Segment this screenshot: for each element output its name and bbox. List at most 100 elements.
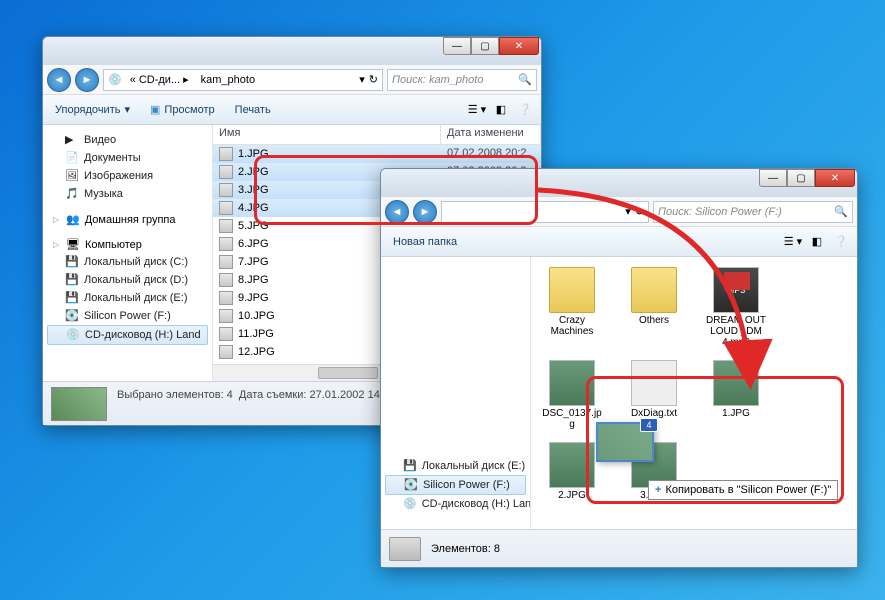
titlebar[interactable]: — ▢ ✕: [43, 37, 541, 65]
file-name: 10.JPG: [238, 310, 275, 322]
image-file-icon: [219, 165, 233, 179]
col-name[interactable]: Имя: [213, 125, 441, 144]
nav-drive-e[interactable]: 💾Локальный диск (E:): [385, 457, 526, 475]
help-button[interactable]: ❔: [515, 100, 535, 120]
nav-bar: ◄ ► ▾ ↻ Поиск: Silicon Power (F:) 🔍: [381, 197, 857, 227]
img-icon: [549, 360, 595, 406]
chevron-down-icon[interactable]: ▾: [359, 73, 365, 86]
forward-button[interactable]: ►: [413, 200, 437, 224]
status-date-label: Дата съемки:: [239, 389, 306, 401]
close-button[interactable]: ✕: [499, 37, 539, 55]
item-label: Crazy Machines: [541, 315, 603, 337]
image-file-icon: [219, 201, 233, 215]
print-button[interactable]: Печать: [229, 101, 277, 119]
search-placeholder: Поиск: kam_photo: [392, 74, 483, 86]
file-name: 9.JPG: [238, 292, 269, 304]
column-headers[interactable]: Имя Дата изменени: [213, 125, 541, 145]
col-date[interactable]: Дата изменени: [441, 125, 541, 144]
forward-button[interactable]: ►: [75, 68, 99, 92]
back-button[interactable]: ◄: [47, 68, 71, 92]
search-icon: 🔍: [518, 73, 532, 86]
new-folder-button[interactable]: Новая папка: [387, 233, 463, 251]
preview-button[interactable]: ▣Просмотр: [144, 100, 221, 119]
breadcrumb-seg[interactable]: «CD-ди...▸: [126, 72, 193, 87]
file-name: 1.JPG: [238, 148, 269, 160]
image-file-icon: [219, 309, 233, 323]
titlebar[interactable]: — ▢ ✕: [381, 169, 857, 197]
status-item-count: Элементов: 8: [431, 543, 500, 555]
nav-video[interactable]: ▶Видео: [47, 131, 208, 149]
file-icon: [631, 360, 677, 406]
file-date: 07.02.2008 20:2: [441, 146, 541, 162]
file-name: 12.JPG: [238, 346, 275, 358]
image-file-icon: [219, 237, 233, 251]
image-file-icon: [219, 183, 233, 197]
file-row[interactable]: 1.JPG 07.02.2008 20:2: [213, 145, 541, 163]
item-label: Others: [639, 315, 669, 326]
file-name: 11.JPG: [238, 328, 274, 340]
grid-item[interactable]: Crazy Machines: [541, 267, 603, 348]
nav-drive-f[interactable]: 💽Silicon Power (F:): [47, 307, 208, 325]
image-file-icon: [219, 255, 233, 269]
address-bar[interactable]: ▾ ↻: [441, 201, 649, 223]
maximize-button[interactable]: ▢: [471, 37, 499, 55]
image-file-icon: [219, 273, 233, 287]
back-button[interactable]: ◄: [385, 200, 409, 224]
item-label: 1.JPG: [722, 408, 750, 419]
chevron-down-icon[interactable]: ▾: [625, 205, 631, 218]
preview-pane-button[interactable]: ◧: [491, 100, 511, 120]
view-button[interactable]: ☰ ▾: [467, 100, 487, 120]
toolbar: Новая папка ☰ ▾ ◧ ❔: [381, 227, 857, 257]
nav-homegroup[interactable]: 👥Домашняя группа: [47, 211, 208, 228]
nav-bar: ◄ ► 💿 «CD-ди...▸ kam_photo ▾ ↻ Поиск: ka…: [43, 65, 541, 95]
address-bar[interactable]: 💿 «CD-ди...▸ kam_photo ▾ ↻: [103, 69, 383, 91]
organize-button[interactable]: Упорядочить ▾: [49, 100, 136, 119]
image-file-icon: [219, 345, 233, 359]
view-button[interactable]: ☰ ▾: [783, 232, 803, 252]
refresh-icon[interactable]: ↻: [635, 205, 644, 218]
file-name: 7.JPG: [238, 256, 269, 268]
grid-item[interactable]: 1.JPG: [705, 360, 767, 430]
nav-drive-h[interactable]: 💿CD-дисковод (H:) Land: [385, 495, 526, 513]
minimize-button[interactable]: —: [759, 169, 787, 187]
nav-drive-h[interactable]: 💿CD-дисковод (H:) Land: [47, 325, 208, 345]
folder-icon: [549, 267, 595, 313]
refresh-icon[interactable]: ↻: [369, 73, 378, 86]
preview-thumbnail: [51, 387, 107, 421]
img-icon: [713, 360, 759, 406]
file-name: 6.JPG: [238, 238, 269, 250]
image-file-icon: [219, 147, 233, 161]
file-name: 3.JPG: [238, 184, 269, 196]
search-input[interactable]: Поиск: kam_photo 🔍: [387, 69, 537, 91]
nav-images[interactable]: 🖼Изображения: [47, 167, 208, 185]
nav-documents[interactable]: 📄Документы: [47, 149, 208, 167]
nav-music[interactable]: 🎵Музыка: [47, 185, 208, 203]
search-placeholder: Поиск: Silicon Power (F:): [658, 206, 782, 218]
nav-drive-e[interactable]: 💾Локальный диск (E:): [47, 289, 208, 307]
search-input[interactable]: Поиск: Silicon Power (F:) 🔍: [653, 201, 853, 223]
preview-pane-button[interactable]: ◧: [807, 232, 827, 252]
copy-tooltip-text: Копировать в "Silicon Power (F:)": [665, 484, 831, 496]
nav-drive-c[interactable]: 💾Локальный диск (C:): [47, 253, 208, 271]
grid-item[interactable]: 2.JPG: [541, 442, 603, 501]
drive-icon: [389, 537, 421, 561]
close-button[interactable]: ✕: [815, 169, 855, 187]
cd-icon: 💿: [108, 73, 122, 86]
grid-item[interactable]: Others: [623, 267, 685, 348]
nav-drive-f[interactable]: 💽Silicon Power (F:): [385, 475, 526, 495]
image-file-icon: [219, 291, 233, 305]
minimize-button[interactable]: —: [443, 37, 471, 55]
status-selection-count: Выбрано элементов: 4: [117, 389, 233, 401]
maximize-button[interactable]: ▢: [787, 169, 815, 187]
folder-icon: [631, 267, 677, 313]
grid-item[interactable]: DSC_0137.jpg: [541, 360, 603, 430]
grid-item[interactable]: MP3DREAM OUT LOUD _DM 4.mp3: [705, 267, 767, 348]
nav-drive-d[interactable]: 💾Локальный диск (D:): [47, 271, 208, 289]
drag-count-badge: 4: [640, 418, 658, 432]
breadcrumb-seg[interactable]: kam_photo: [197, 73, 259, 87]
help-button[interactable]: ❔: [831, 232, 851, 252]
nav-computer[interactable]: 🖥Компьютер: [47, 236, 208, 253]
search-icon: 🔍: [834, 205, 848, 218]
status-bar: Элементов: 8: [381, 529, 857, 567]
item-label: 2.JPG: [558, 490, 586, 501]
